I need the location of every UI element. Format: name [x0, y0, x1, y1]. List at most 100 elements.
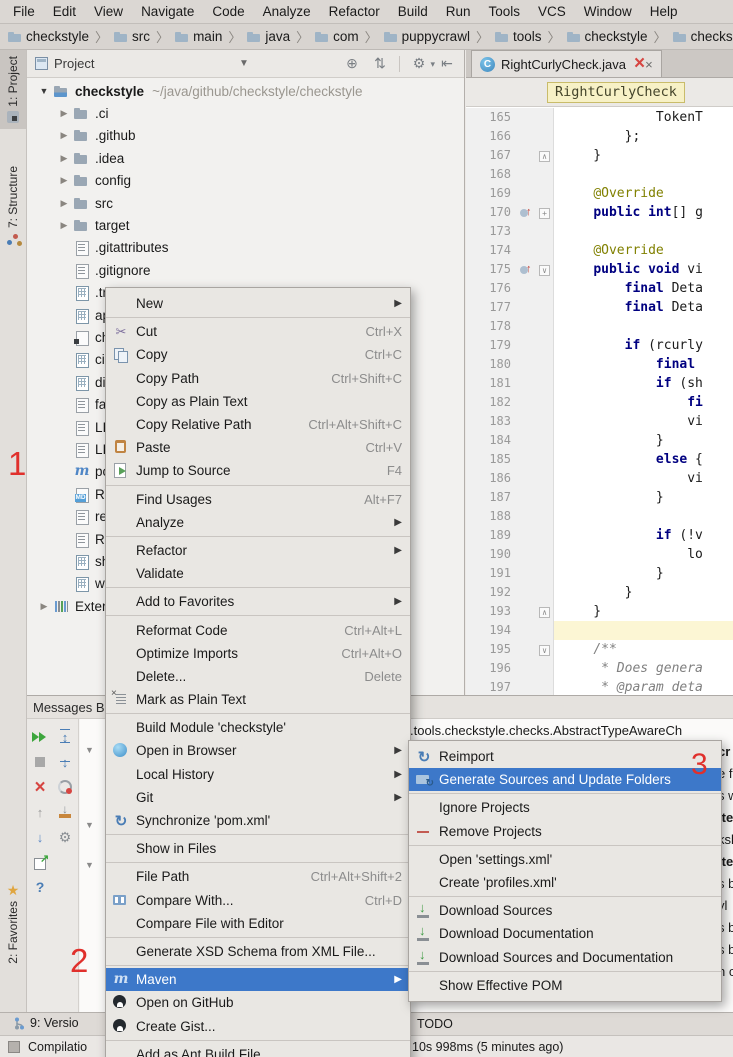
code-line[interactable]: 177 final Deta [466, 298, 733, 317]
expand-arrow-icon[interactable] [35, 601, 53, 612]
context-menu-item[interactable]: Find Usages Alt+F7 [106, 488, 410, 511]
code-line[interactable]: 196 * Does genera [466, 659, 733, 678]
maven-submenu-item[interactable]: Download Sources [409, 899, 721, 922]
context-menu-item[interactable]: Maven ▶ [106, 968, 410, 991]
menubar-item[interactable]: Analyze [254, 1, 320, 23]
menubar-item[interactable]: View [85, 1, 132, 23]
code-line[interactable]: 197 * @param deta [466, 678, 733, 695]
expand-arrow-icon[interactable] [55, 130, 73, 141]
menubar-item[interactable]: Window [575, 1, 641, 23]
menubar-item[interactable]: Tools [480, 1, 530, 23]
maven-submenu-item[interactable]: Download Documentation [409, 922, 721, 945]
context-menu-item[interactable]: Optimize Imports Ctrl+Alt+O [106, 642, 410, 665]
maven-submenu-item[interactable]: Open 'settings.xml' [409, 848, 721, 871]
context-menu-item[interactable]: Show in Files [106, 837, 410, 860]
code-line[interactable]: 176 final Deta [466, 279, 733, 298]
rerun-icon[interactable] [32, 729, 48, 745]
console-line[interactable]: .tools.checkstyle.checks.AbstractTypeAwa… [410, 723, 682, 738]
expand-arrow-icon[interactable]: ▼ [85, 860, 94, 870]
menubar-item[interactable]: VCS [529, 1, 575, 23]
context-menu-item[interactable]: Add to Favorites ▶ [106, 590, 410, 613]
context-menu-item[interactable]: Copy Relative Path Ctrl+Alt+Shift+C [106, 413, 410, 436]
tool-tab-project[interactable]: 1: Project [0, 50, 26, 129]
menubar-item[interactable]: Build [389, 1, 437, 23]
tree-row[interactable]: .ci [27, 102, 464, 124]
expand-arrow-icon[interactable]: ▼ [85, 820, 94, 830]
maven-submenu-item[interactable]: Download Sources and Documentation [409, 946, 721, 969]
context-menu-item[interactable]: Create Gist... [106, 1014, 410, 1037]
tree-row[interactable]: src [27, 192, 464, 214]
context-menu-item[interactable]: Refactor ▶ [106, 539, 410, 562]
context-menu-item[interactable]: Copy as Plain Text [106, 390, 410, 413]
project-panel-title[interactable]: Project [54, 56, 94, 71]
breadcrumb-item[interactable]: puppycrawl [384, 29, 470, 44]
context-menu-item[interactable]: Git ▶ [106, 786, 410, 809]
locate-icon[interactable]: ⊕ [343, 55, 361, 73]
maven-submenu-item[interactable]: Generate Sources and Update Folders [409, 768, 721, 791]
close-icon[interactable]: × [634, 57, 653, 72]
breadcrumb-item[interactable]: tools [495, 29, 542, 44]
code-line[interactable]: 191 } [466, 564, 733, 583]
override-marker-icon[interactable] [518, 203, 536, 222]
down-arrow-icon[interactable] [32, 829, 48, 845]
expand-arrow-icon[interactable] [55, 198, 73, 209]
tree-row[interactable]: .github [27, 125, 464, 147]
code-line[interactable]: 170+ public int[] g [466, 203, 733, 222]
stop-icon[interactable] [32, 754, 48, 770]
code-line[interactable]: 181 if (sh [466, 374, 733, 393]
settings-icon[interactable] [57, 829, 73, 845]
chevron-down-icon[interactable]: ▼ [239, 58, 249, 69]
context-menu-item[interactable]: File Path Ctrl+Alt+Shift+2 [106, 865, 410, 888]
context-menu-item[interactable]: Compare File with Editor [106, 912, 410, 935]
context-menu-item[interactable]: Generate XSD Schema from XML File... [106, 940, 410, 963]
breadcrumb-item[interactable]: com [315, 29, 359, 44]
hide-success-icon[interactable] [57, 779, 73, 795]
code-line[interactable]: 184 } [466, 431, 733, 450]
expand-arrow-icon[interactable] [55, 220, 73, 231]
maven-submenu-item[interactable]: Remove Projects [409, 820, 721, 843]
code-line[interactable]: 185 else { [466, 450, 733, 469]
override-marker-icon[interactable] [518, 260, 536, 279]
menubar-item[interactable]: File [4, 1, 44, 23]
collapse-all-icon[interactable] [57, 754, 73, 770]
context-menu-item[interactable]: Reformat Code Ctrl+Alt+L [106, 618, 410, 641]
breadcrumb-item[interactable]: checks [673, 29, 733, 44]
code-line[interactable]: 178 [466, 317, 733, 336]
code-line[interactable]: 167∧ } [466, 146, 733, 165]
expand-arrow-icon[interactable] [55, 175, 73, 186]
code-line[interactable]: 193∧ } [466, 602, 733, 621]
context-menu-item[interactable]: Local History ▶ [106, 763, 410, 786]
menubar-item[interactable]: Navigate [132, 1, 203, 23]
expand-all-icon[interactable] [57, 729, 73, 745]
code-line[interactable]: 186 vi [466, 469, 733, 488]
code-line[interactable]: 192 } [466, 583, 733, 602]
expand-arrow-icon[interactable] [55, 108, 73, 119]
hide-panel-icon[interactable]: ⇤ [438, 55, 456, 73]
code-line[interactable]: 182 fi [466, 393, 733, 412]
fold-marker-icon[interactable]: ∨ [536, 260, 554, 279]
close-icon[interactable] [32, 779, 48, 795]
menubar-item[interactable]: Edit [44, 1, 85, 23]
menubar-item[interactable]: Run [437, 1, 480, 23]
context-menu-item[interactable]: Add as Ant Build File [106, 1043, 410, 1057]
expand-arrow-icon[interactable]: ▼ [35, 86, 53, 96]
menubar-item[interactable]: Help [641, 1, 687, 23]
code-line[interactable]: 173 [466, 222, 733, 241]
context-menu-item[interactable]: Delete... Delete [106, 665, 410, 688]
import-icon[interactable] [57, 804, 73, 820]
code-line[interactable]: 180 final [466, 355, 733, 374]
editor-breadcrumb-chip[interactable]: RightCurlyCheck [547, 82, 685, 103]
code-line[interactable]: 195∨ /** [466, 640, 733, 659]
context-menu-item[interactable]: Compare With... Ctrl+D [106, 889, 410, 912]
expand-arrow-icon[interactable] [55, 153, 73, 164]
code-line[interactable]: 168 [466, 165, 733, 184]
maven-submenu-item[interactable]: Ignore Projects [409, 796, 721, 819]
maven-submenu-item[interactable]: Create 'profiles.xml' [409, 871, 721, 894]
code-line[interactable]: 189 if (!v [466, 526, 733, 545]
collapse-all-tree-icon[interactable]: ⇅ [371, 55, 389, 73]
tree-row[interactable]: .idea [27, 147, 464, 169]
tree-row[interactable]: .gitattributes [27, 237, 464, 259]
context-menu-item[interactable]: Validate [106, 562, 410, 585]
context-menu-item[interactable]: Copy Ctrl+C [106, 343, 410, 366]
editor-tab[interactable]: RightCurlyCheck.java × [471, 50, 662, 77]
